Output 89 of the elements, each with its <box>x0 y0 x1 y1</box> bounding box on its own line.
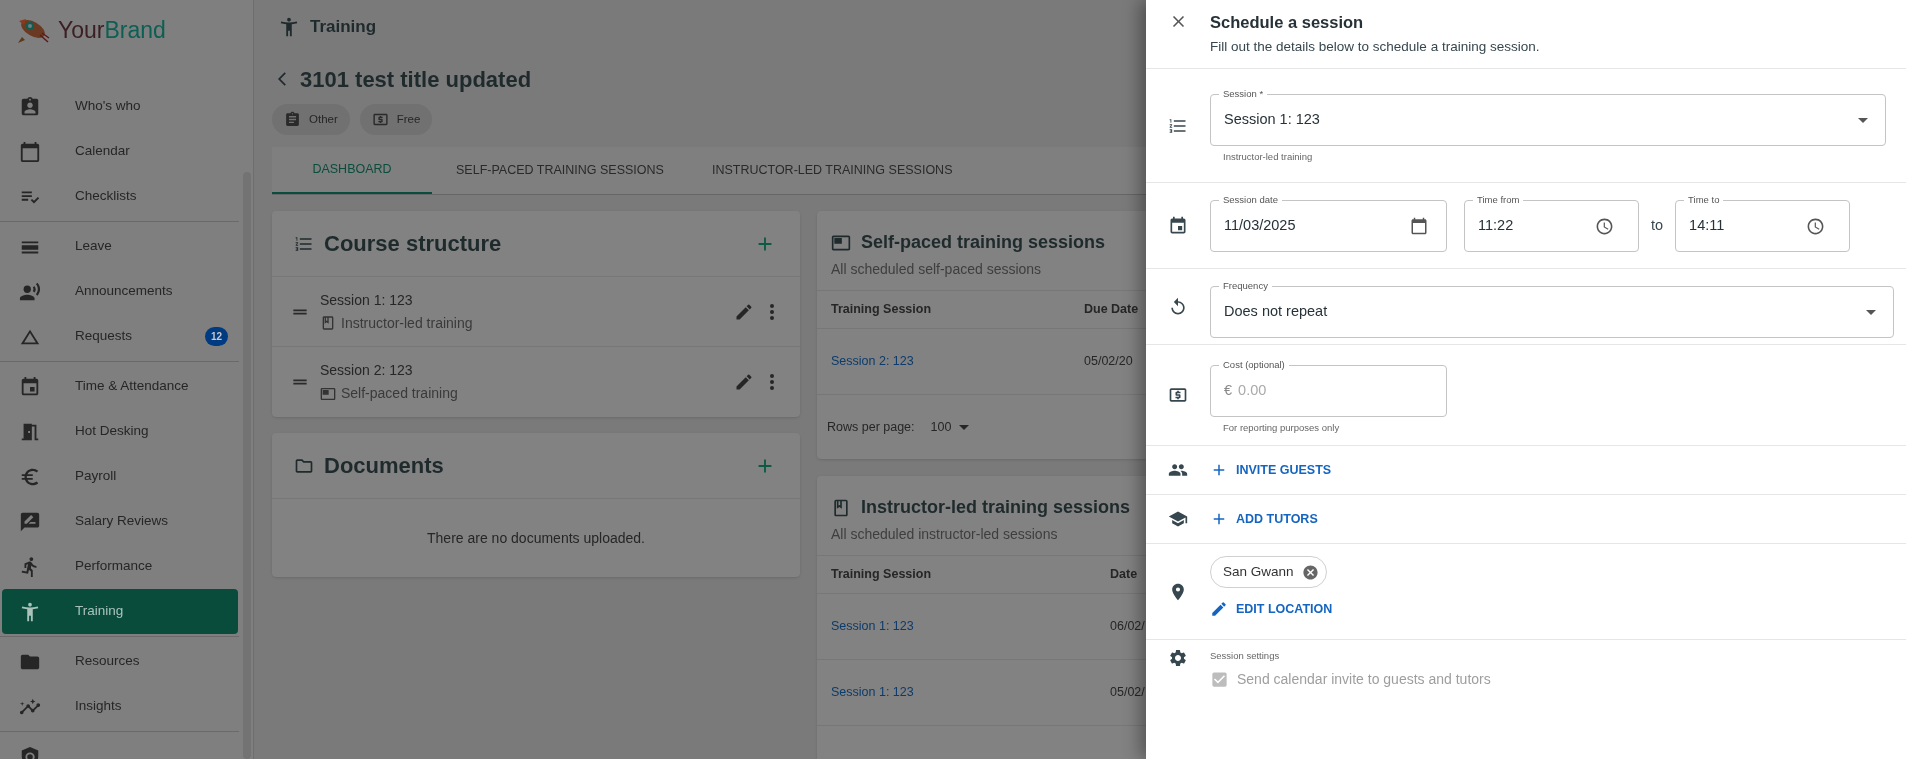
separator-text: to <box>1651 216 1664 236</box>
session-title: Session 2: 123 <box>320 361 414 380</box>
screen-icon <box>320 385 336 402</box>
checkbox-label: Send calendar invite to guests and tutors <box>1237 670 1491 690</box>
sidebar-item[interactable]: Who's who <box>2 84 238 129</box>
session-link[interactable]: Session 1: 123 <box>831 617 1110 636</box>
column-header[interactable]: Date <box>1110 565 1146 584</box>
comment-edit-icon <box>19 510 41 533</box>
card-title: Course structure <box>324 230 503 258</box>
table-cell-text: 05/02/ <box>1110 684 1146 702</box>
sidebar-item[interactable]: Resources <box>2 639 238 684</box>
session-link[interactable]: Session 2: 123 <box>831 352 1084 371</box>
clipboard-icon <box>284 111 301 128</box>
sidebar-item[interactable]: Announcements <box>2 269 238 314</box>
card-subtitle: All scheduled self-paced sessions <box>831 260 1043 279</box>
tab[interactable]: INSTRUCTOR-LED TRAINING SESSIONS <box>687 147 977 194</box>
badge-icon <box>19 95 41 118</box>
caret-icon <box>1866 309 1876 315</box>
more-icon <box>770 303 774 320</box>
tab[interactable]: SELF-PACED TRAINING SESSIONS <box>432 147 688 194</box>
count-badge: 12 <box>204 327 228 346</box>
sidebar-item[interactable]: Calendar <box>2 129 238 174</box>
add-tutors-button[interactable]: ADD TUTORS <box>1210 509 1318 529</box>
helper-text: Instructor-led training <box>1223 150 1314 164</box>
sidebar-item[interactable]: Salary Reviews <box>2 499 238 544</box>
book-icon <box>320 315 336 331</box>
column-header[interactable]: Training Session <box>831 300 1084 319</box>
money-icon <box>371 111 389 128</box>
money-icon <box>1168 385 1188 405</box>
speaking-person-icon <box>19 280 41 303</box>
table-cell-text: 05/02/20 <box>1084 353 1134 371</box>
sidebar-item[interactable]: Requests 12 <box>2 314 238 359</box>
clock-icon[interactable] <box>1595 216 1614 236</box>
sidebar-item[interactable]: Hot Desking <box>2 409 238 454</box>
sidebar-item[interactable]: Time & Attendance <box>2 364 238 409</box>
person-icon <box>19 600 41 623</box>
card-title: Documents <box>324 452 445 480</box>
rows-per-page-label: Rows per page: <box>827 418 915 436</box>
brand-name: YourBrand <box>58 15 166 45</box>
section-label: Session settings <box>1210 649 1281 663</box>
clock-icon[interactable] <box>1806 216 1826 236</box>
calendar-icon[interactable] <box>1410 217 1428 235</box>
column-header[interactable]: Training Session <box>831 565 1110 584</box>
calendar-icon <box>1168 215 1188 236</box>
graduation-cap-icon <box>1168 509 1188 529</box>
sidebar-item[interactable]: Training <box>2 589 238 634</box>
drawer-subtitle: Fill out the details below to schedule a training session. <box>1210 37 1540 56</box>
session-link[interactable]: Session 1: 123 <box>831 683 1110 702</box>
currency-symbol: € <box>1224 381 1233 401</box>
drawer-title: Schedule a session <box>1210 12 1365 33</box>
card-title: Self-paced training sessions <box>861 231 1106 254</box>
calendar-icon <box>19 375 41 398</box>
sidebar-item[interactable]: Leave <box>2 224 238 269</box>
caret-icon <box>959 424 970 430</box>
card-title: Instructor-led training sessions <box>861 496 1131 519</box>
session-title: Session 1: 123 <box>320 290 414 310</box>
helper-text: For reporting purposes only <box>1223 421 1341 435</box>
pencil-icon <box>734 301 754 322</box>
edit-location-button[interactable]: EDIT LOCATION <box>1210 600 1333 619</box>
edit-button[interactable] <box>734 372 754 392</box>
sidebar-item[interactable]: Payroll <box>2 454 238 499</box>
column-header[interactable]: Due Date <box>1084 300 1146 319</box>
calendar-icon <box>19 140 41 163</box>
person-icon <box>278 16 300 38</box>
more-icon <box>770 374 774 390</box>
repeat-icon <box>1168 296 1188 317</box>
invite-guests-button[interactable]: INVITE GUESTS <box>1210 460 1332 480</box>
sidebar-item[interactable]: Checklists <box>2 174 238 219</box>
tag-chip: Other <box>272 104 350 135</box>
course-title: 3101 test title updated <box>300 65 532 94</box>
session-type: Self-paced training <box>341 384 458 403</box>
pencil-icon <box>1210 600 1228 619</box>
settings-icon <box>1168 648 1188 668</box>
session-type: Instructor-led training <box>341 313 473 333</box>
sidebar-item[interactable]: Insights <box>2 684 238 729</box>
tab[interactable]: DASHBOARD <box>272 147 432 194</box>
remove-icon[interactable] <box>1301 563 1319 581</box>
caret-icon <box>1858 117 1868 123</box>
empty-message: There are no documents uploaded. <box>427 528 645 548</box>
rows-per-page-select[interactable]: 100 <box>930 417 970 437</box>
edit-button[interactable] <box>734 301 754 322</box>
pencil-icon <box>734 372 754 392</box>
table-cell-text: 06/02/ <box>1110 618 1146 636</box>
sidebar-item[interactable]: Performance <box>2 544 238 589</box>
tag-chip: Free <box>359 104 433 135</box>
page-section-title: Training <box>310 16 377 39</box>
card-subtitle: All scheduled instructor-led sessions <box>831 525 1059 544</box>
book-icon <box>831 497 851 518</box>
chip-label: San Gwann <box>1223 562 1294 581</box>
